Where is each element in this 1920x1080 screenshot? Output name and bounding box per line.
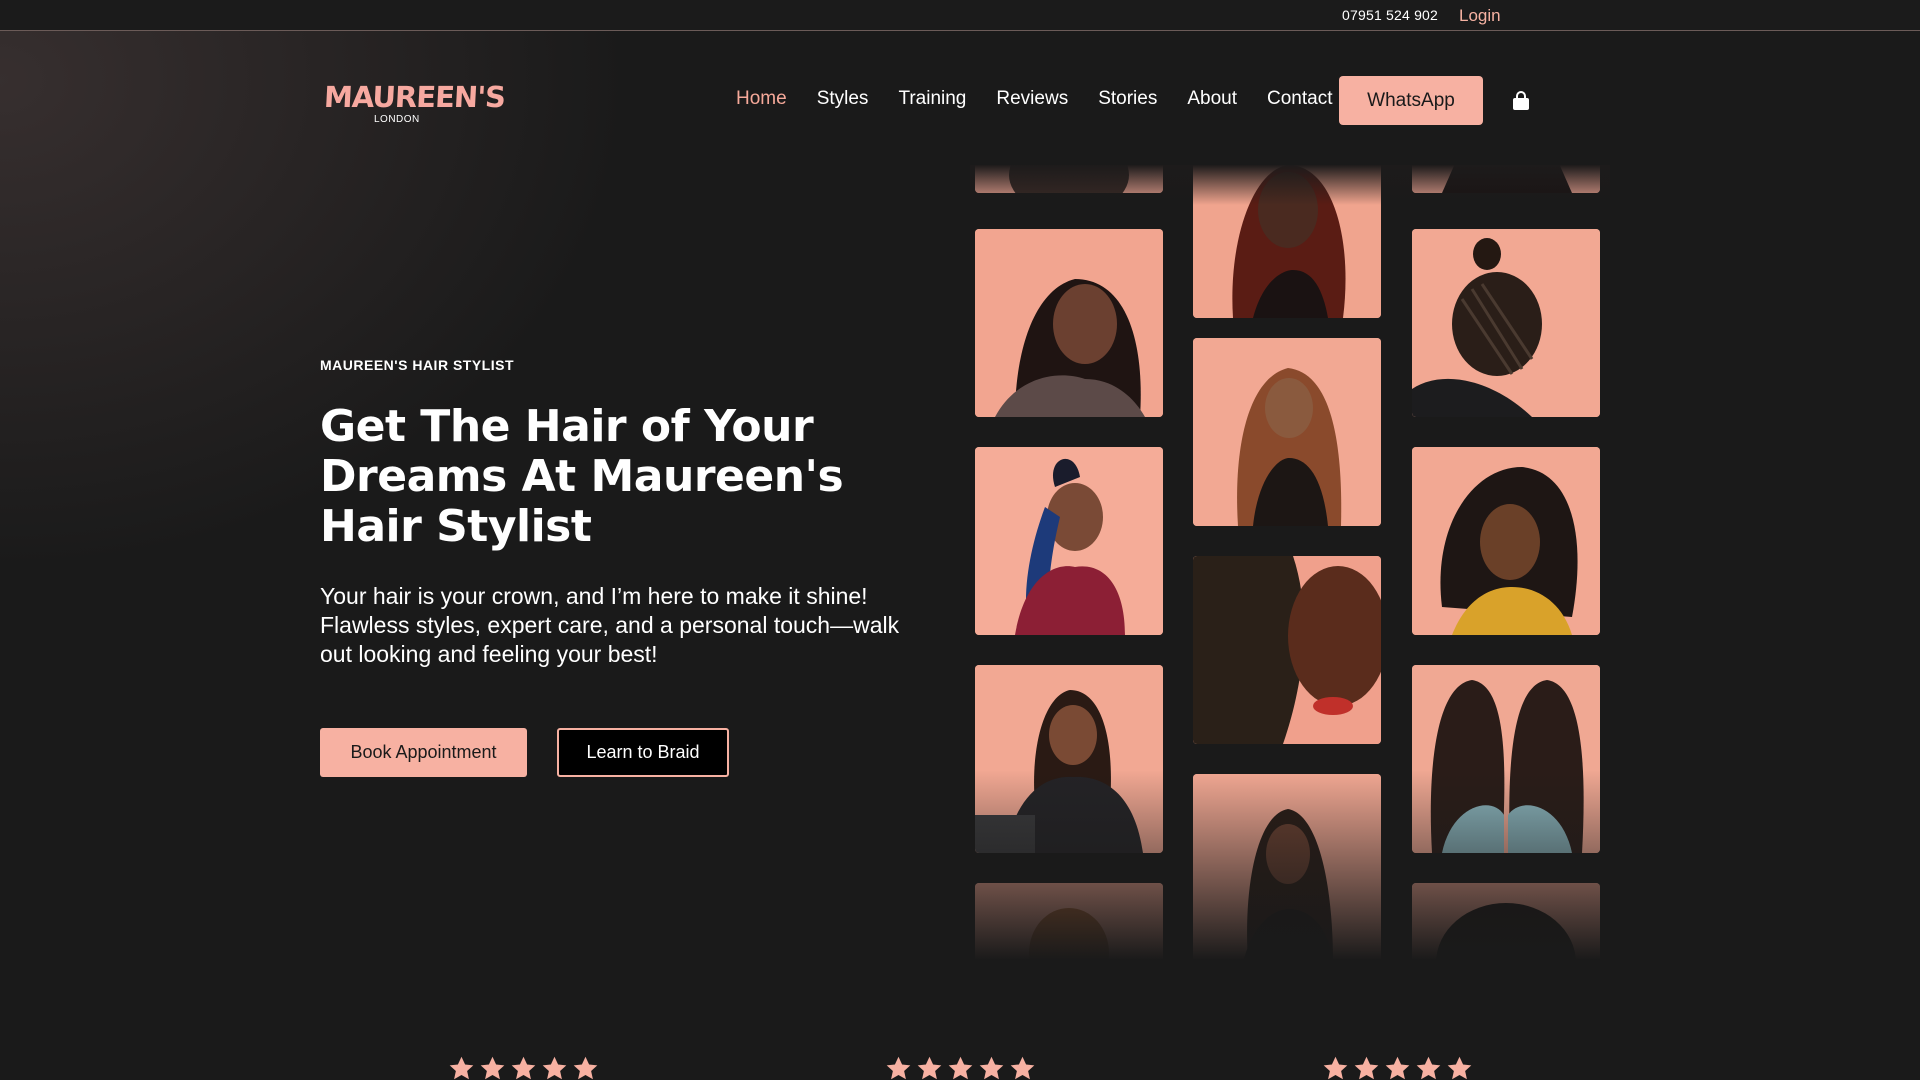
gallery-photo[interactable] [1193, 774, 1381, 962]
gallery-photo[interactable] [975, 883, 1163, 965]
nav-about[interactable]: About [1187, 88, 1237, 110]
gallery-photo[interactable] [1412, 883, 1600, 965]
gallery-photo[interactable] [975, 447, 1163, 635]
shopping-bag-icon[interactable] [1511, 91, 1531, 111]
whatsapp-button[interactable]: WhatsApp [1339, 76, 1483, 125]
star-icon [1384, 1055, 1411, 1080]
star-icon [541, 1055, 568, 1080]
nav-home[interactable]: Home [736, 88, 787, 110]
star-icon [978, 1055, 1005, 1080]
learn-to-braid-button[interactable]: Learn to Braid [557, 728, 729, 777]
login-link[interactable]: Login [1459, 6, 1501, 26]
nav-training[interactable]: Training [898, 88, 966, 110]
gallery-photo[interactable] [1412, 665, 1600, 853]
star-icon [572, 1055, 599, 1080]
star-icon [510, 1055, 537, 1080]
gallery-photo[interactable] [975, 665, 1163, 853]
review-rating [448, 1055, 599, 1080]
gallery-photo-partial [975, 165, 1163, 193]
phone-number[interactable]: 07951 524 902 [1342, 7, 1438, 23]
hero-text: Your hair is your crown, and I’m here to… [320, 583, 900, 667]
main-nav: Home Styles Training Reviews Stories Abo… [736, 88, 1362, 110]
logo[interactable]: MAUREEN'S LONDON [323, 80, 506, 128]
star-icon [916, 1055, 943, 1080]
nav-styles[interactable]: Styles [817, 88, 869, 110]
hero-eyebrow: MAUREEN'S HAIR STYLIST [320, 357, 515, 373]
nav-reviews[interactable]: Reviews [996, 88, 1068, 110]
gallery-photo[interactable] [1193, 338, 1381, 526]
review-rating [1322, 1055, 1473, 1080]
hero-title: Get The Hair of Your Dreams At Maureen's… [320, 401, 844, 552]
gallery-photo[interactable] [1193, 556, 1381, 744]
nav-stories[interactable]: Stories [1098, 88, 1157, 110]
star-icon [448, 1055, 475, 1080]
gallery-photo-partial [1412, 165, 1600, 193]
gallery-photo[interactable] [1412, 229, 1600, 417]
star-icon [947, 1055, 974, 1080]
logo-sub: LONDON [374, 114, 420, 125]
gallery-photo[interactable] [1412, 447, 1600, 635]
star-icon [1322, 1055, 1349, 1080]
star-icon [885, 1055, 912, 1080]
star-icon [1353, 1055, 1380, 1080]
nav-contact[interactable]: Contact [1267, 88, 1332, 110]
star-icon [479, 1055, 506, 1080]
top-bar: 07951 524 902 Login [0, 0, 1920, 31]
review-rating [885, 1055, 1036, 1080]
logo-brand: MAUREEN'S [323, 80, 506, 114]
gallery-photo[interactable] [975, 229, 1163, 417]
star-icon [1415, 1055, 1442, 1080]
background-glow [0, 0, 1920, 1080]
book-appointment-button[interactable]: Book Appointment [320, 728, 527, 777]
star-icon [1446, 1055, 1473, 1080]
photo-gallery [975, 165, 1600, 965]
gallery-photo[interactable] [1193, 165, 1381, 318]
star-icon [1009, 1055, 1036, 1080]
